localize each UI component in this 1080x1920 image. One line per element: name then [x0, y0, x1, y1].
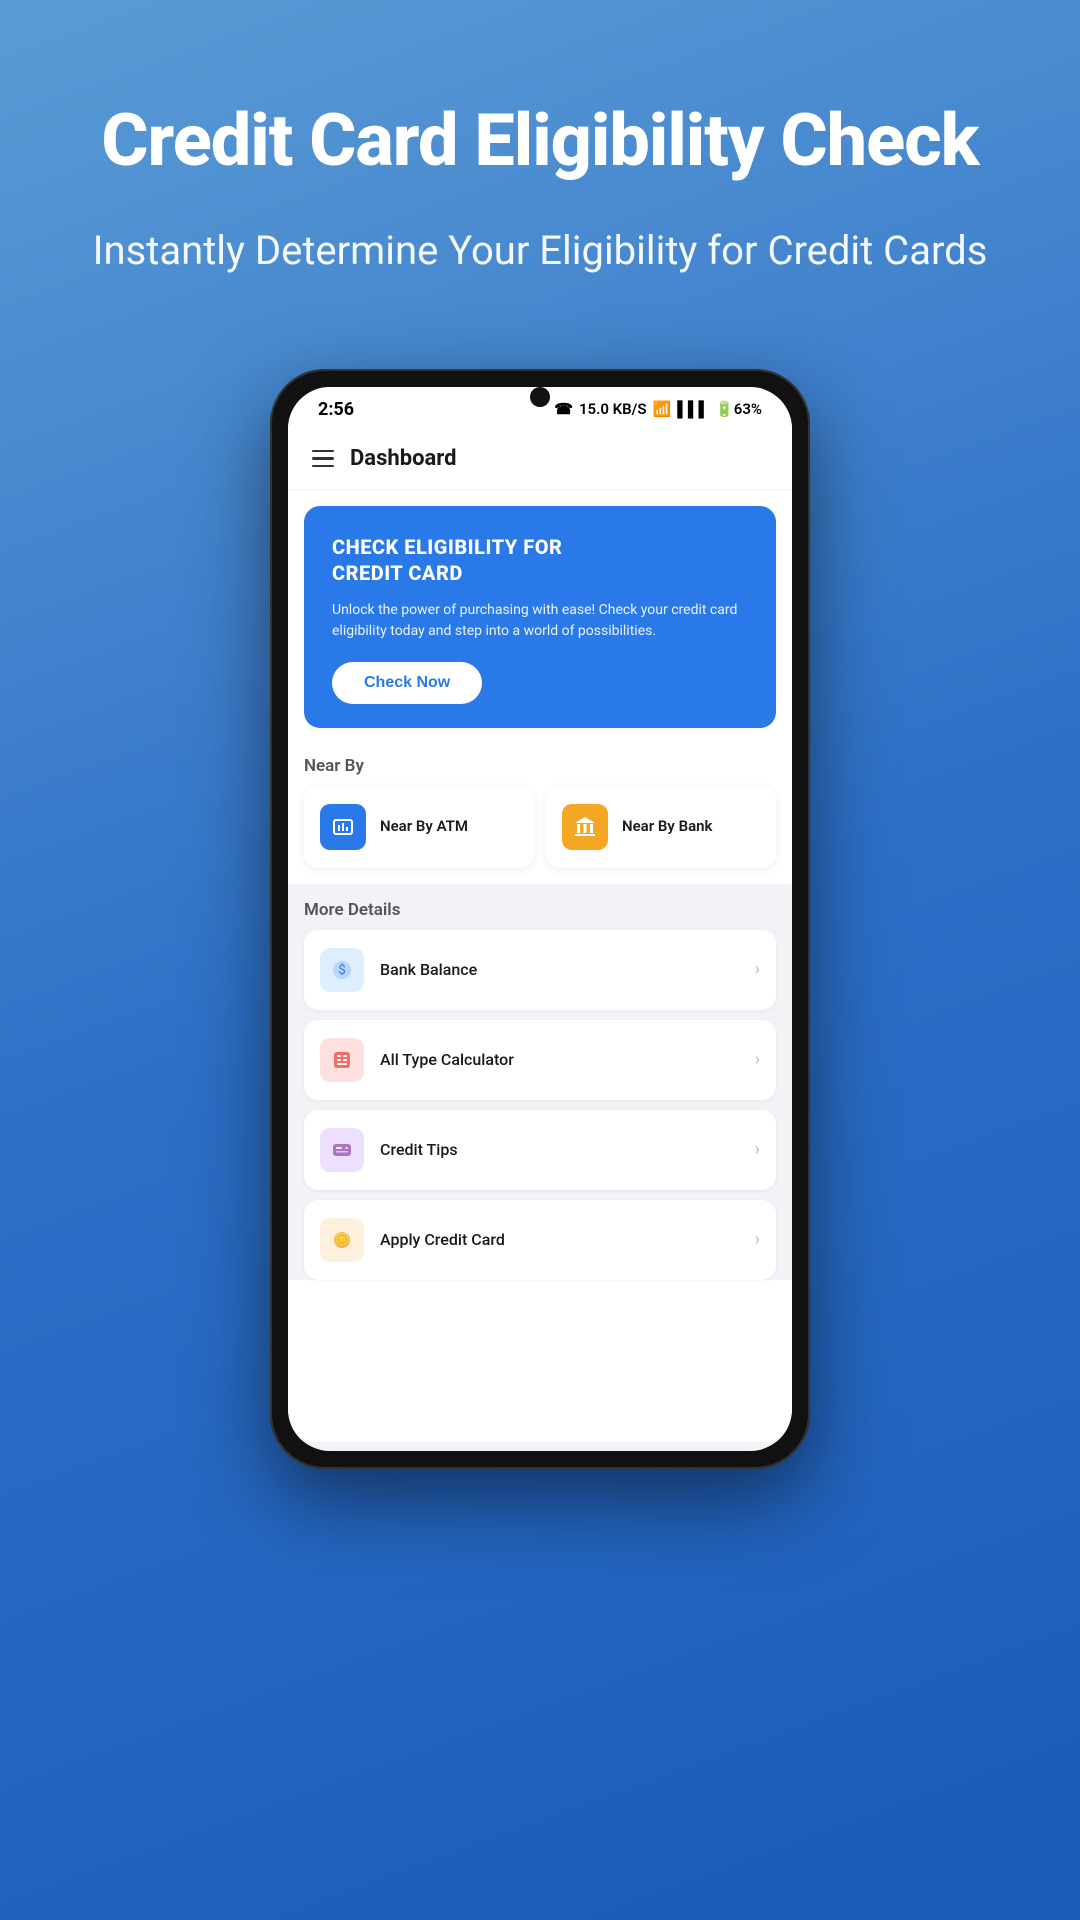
calculator-item[interactable]: All Type Calculator ›	[304, 1020, 776, 1100]
nearby-atm-label: Near By ATM	[380, 817, 468, 837]
status-signal-icon: ▌▌▌	[677, 400, 709, 418]
bank-balance-icon: $	[320, 948, 364, 992]
nearby-section: Near By Near By ATM	[288, 744, 792, 884]
phone-screen: 2:56 ☎ 15.0 KB/S 📶 ▌▌▌ 🔋63%	[288, 387, 792, 1451]
bank-balance-item[interactable]: $ Bank Balance ›	[304, 930, 776, 1010]
bank-balance-label: Bank Balance	[380, 960, 755, 979]
phone-notch	[530, 387, 550, 407]
nearby-bank-label: Near By Bank	[622, 817, 712, 837]
apply-credit-card-item[interactable]: 🪙 Apply Credit Card ›	[304, 1200, 776, 1280]
hamburger-line-3	[312, 465, 334, 468]
hero-section: Credit Card Eligibility Check Instantly …	[0, 0, 1080, 339]
status-time: 2:56	[318, 399, 354, 420]
more-details-section: More Details $ Bank Balance ›	[288, 884, 792, 1280]
nearby-bank-card[interactable]: Near By Bank	[546, 786, 776, 868]
check-now-button[interactable]: Check Now	[332, 662, 482, 704]
status-battery-label: 🔋63%	[715, 400, 762, 418]
app-header: Dashboard	[288, 428, 792, 490]
nearby-row: Near By ATM	[288, 786, 792, 884]
status-wifi-icon: 📶	[653, 400, 672, 418]
eligibility-card: CHECK ELIGIBILITY FORCREDIT CARD Unlock …	[304, 506, 776, 728]
bank-icon	[562, 804, 608, 850]
credit-tips-item[interactable]: Credit Tips ›	[304, 1110, 776, 1190]
credit-tips-chevron: ›	[755, 1139, 760, 1160]
apply-credit-card-chevron: ›	[755, 1229, 760, 1250]
eligibility-card-title: CHECK ELIGIBILITY FORCREDIT CARD	[332, 534, 748, 586]
app-content: Dashboard CHECK ELIGIBILITY FORCREDIT CA…	[288, 428, 792, 1442]
hero-subtitle: Instantly Determine Your Eligibility for…	[80, 223, 1000, 279]
hamburger-line-1	[312, 450, 334, 453]
credit-tips-label: Credit Tips	[380, 1140, 755, 1159]
calculator-chevron: ›	[755, 1049, 760, 1070]
nearby-section-label: Near By	[288, 744, 792, 786]
nearby-atm-card[interactable]: Near By ATM	[304, 786, 534, 868]
hamburger-menu-button[interactable]	[312, 450, 334, 468]
status-data-icon: ☎	[554, 400, 573, 418]
svg-text:$: $	[338, 963, 345, 978]
status-kb-label: 15.0 KB/S	[579, 400, 647, 418]
phone-mockup: 2:56 ☎ 15.0 KB/S 📶 ▌▌▌ 🔋63%	[0, 369, 1080, 1469]
phone-frame: 2:56 ☎ 15.0 KB/S 📶 ▌▌▌ 🔋63%	[270, 369, 810, 1469]
calculator-label: All Type Calculator	[380, 1050, 755, 1069]
apply-credit-card-icon: 🪙	[320, 1218, 364, 1262]
hero-title: Credit Card Eligibility Check	[80, 100, 1000, 183]
hamburger-line-2	[312, 457, 334, 460]
svg-text:🪙: 🪙	[335, 1233, 350, 1247]
dashboard-title: Dashboard	[350, 446, 457, 471]
more-details-section-label: More Details	[288, 888, 792, 930]
credit-tips-icon	[320, 1128, 364, 1172]
atm-icon	[320, 804, 366, 850]
eligibility-card-description: Unlock the power of purchasing with ease…	[332, 600, 748, 642]
bank-balance-chevron: ›	[755, 959, 760, 980]
status-icons: ☎ 15.0 KB/S 📶 ▌▌▌ 🔋63%	[554, 400, 762, 418]
calculator-icon	[320, 1038, 364, 1082]
apply-credit-card-label: Apply Credit Card	[380, 1230, 755, 1249]
